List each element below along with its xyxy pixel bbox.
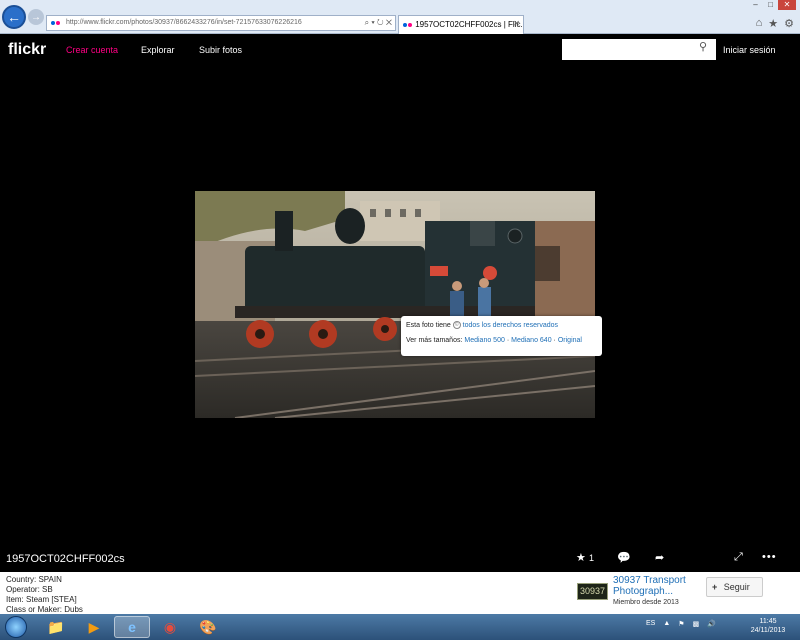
address-bar[interactable]: http://www.flickr.com/photos/30937/86624…	[46, 15, 396, 31]
photo-info-tooltip: Esta foto tiene © todos los derechos res…	[401, 316, 602, 356]
more-button[interactable]: •••	[762, 551, 777, 563]
fav-count: 1	[588, 553, 594, 563]
minimize-button[interactable]: –	[748, 0, 763, 10]
settings-gear-icon[interactable]: ⚙	[784, 17, 794, 30]
language-indicator[interactable]: ES	[646, 620, 655, 628]
info-panel: Country: SPAIN Operator: SB Item: Steam …	[0, 572, 800, 614]
follow-label: Seguir	[723, 582, 750, 592]
sizes-row: Ver más tamaños: Mediano 500 · Mediano 6…	[406, 336, 597, 351]
sizes-prefix: Ver más tamaños:	[406, 337, 463, 344]
chrome-icon: ◉	[163, 618, 177, 635]
favorite-button[interactable]: ★ 1	[576, 551, 594, 564]
meta-operator: Operator: SB	[6, 585, 53, 594]
home-icon[interactable]: ⌂	[756, 17, 763, 30]
size-separator: ·	[553, 337, 556, 344]
plus-icon: +	[712, 582, 718, 592]
browser-tab[interactable]: 1957OCT02CHFF002cs | Flic... ✕	[398, 15, 524, 34]
tab-close-icon[interactable]: ✕	[513, 19, 520, 28]
close-window-button[interactable]: ✕	[778, 0, 796, 10]
rights-prefix: Esta foto tiene	[406, 322, 451, 329]
tray-flag-icon[interactable]: ⚑	[678, 620, 684, 628]
owner-name-line2: Photograph...	[613, 586, 674, 597]
tab-favicon-icon	[403, 20, 413, 29]
photo-meta: Country: SPAIN Operator: SB Item: Steam …	[6, 575, 83, 615]
main-photo[interactable]	[195, 191, 595, 418]
search-input[interactable]	[562, 39, 716, 60]
clock[interactable]: 11:45 24/11/2013	[748, 617, 788, 635]
comment-icon: 💬	[617, 552, 631, 564]
paint-icon: 🎨	[199, 618, 217, 635]
address-url: http://www.flickr.com/photos/30937/86624…	[65, 19, 302, 26]
address-actions[interactable]: ⌕ ▾ ↻ ✕	[365, 18, 392, 28]
nav-upload[interactable]: Subir fotos	[199, 45, 242, 55]
media-player-icon: ▶	[88, 618, 100, 635]
owner-name-line1: 30937 Transport	[613, 575, 686, 586]
locomotive-photo	[195, 191, 595, 418]
meta-country: Country: SPAIN	[6, 575, 62, 584]
taskbar-explorer[interactable]: 📁	[38, 616, 74, 638]
start-button[interactable]	[2, 614, 30, 640]
owner-member-since: Miembro desde 2013	[613, 599, 679, 606]
internet-explorer-icon: e	[128, 619, 136, 635]
taskbar-internet-explorer[interactable]: e	[114, 616, 150, 638]
clock-date: 24/11/2013	[750, 627, 786, 634]
flickr-favicon-icon	[51, 20, 61, 25]
size-separator: ·	[506, 337, 510, 344]
arrow-right-icon: →	[31, 11, 41, 23]
copyright-icon: ©	[452, 321, 461, 330]
window-controls: – □ ✕	[748, 0, 796, 10]
taskbar-paint[interactable]: 🎨	[190, 616, 226, 638]
size-640-link[interactable]: Mediano 640	[511, 337, 551, 344]
size-original-link[interactable]: Original	[558, 337, 582, 344]
rights-row: Esta foto tiene © todos los derechos res…	[406, 321, 597, 336]
system-tray: ES ▲ ⚑ ▩ 🔊	[646, 620, 716, 628]
comment-button[interactable]: 💬	[617, 551, 631, 564]
clock-time: 11:45	[759, 618, 777, 625]
windows-taskbar: 📁 ▶ e ◉ 🎨 ES ▲ ⚑ ▩ 🔊 11:45 24/11/2013	[0, 614, 800, 640]
signin-link[interactable]: Iniciar sesión	[723, 45, 776, 55]
windows-logo-icon	[5, 616, 27, 638]
volume-icon[interactable]: 🔊	[707, 620, 716, 628]
fullscreen-button[interactable]: ⤢	[734, 551, 743, 564]
tray-arrow-icon[interactable]: ▲	[663, 620, 670, 628]
favorites-star-icon[interactable]: ★	[768, 17, 778, 30]
size-500-link[interactable]: Mediano 500	[464, 337, 504, 344]
taskbar-chrome[interactable]: ◉	[152, 616, 188, 638]
meta-item: Item: Steam [STEA]	[6, 595, 77, 604]
folder-icon: 📁	[47, 618, 65, 635]
flickr-logo[interactable]: flickr	[8, 41, 46, 59]
network-icon[interactable]: ▩	[693, 620, 700, 628]
nav-create-account[interactable]: Crear cuenta	[66, 45, 118, 55]
star-icon: ★	[576, 552, 586, 564]
owner-name-link[interactable]: 30937 Transport Photograph...	[613, 575, 686, 597]
share-icon: ➦	[655, 552, 665, 564]
taskbar-media-player[interactable]: ▶	[76, 616, 112, 638]
nav-explore[interactable]: Explorar	[141, 45, 175, 55]
owner-avatar[interactable]: 30937	[577, 583, 608, 600]
rights-link[interactable]: todos los derechos reservados	[463, 322, 558, 329]
browser-chrome: ← → http://www.flickr.com/photos/30937/8…	[0, 0, 800, 34]
photo-title: 1957OCT02CHFF002cs	[6, 553, 125, 565]
follow-button[interactable]: + Seguir	[706, 577, 763, 597]
arrow-left-icon: ←	[7, 9, 21, 25]
maximize-button[interactable]: □	[763, 0, 778, 10]
share-button[interactable]: ➦	[655, 551, 664, 564]
expand-icon: ⤢	[734, 551, 743, 563]
forward-button[interactable]: →	[28, 9, 44, 25]
more-dots-icon: •••	[762, 551, 777, 563]
tab-title: 1957OCT02CHFF002cs | Flic...	[415, 20, 524, 29]
browser-tools: ⌂ ★ ⚙	[756, 17, 794, 30]
flickr-header: flickr Crear cuenta Explorar Subir fotos…	[0, 35, 800, 65]
back-button[interactable]: ←	[2, 5, 26, 29]
screen: ← → http://www.flickr.com/photos/30937/8…	[0, 0, 800, 640]
